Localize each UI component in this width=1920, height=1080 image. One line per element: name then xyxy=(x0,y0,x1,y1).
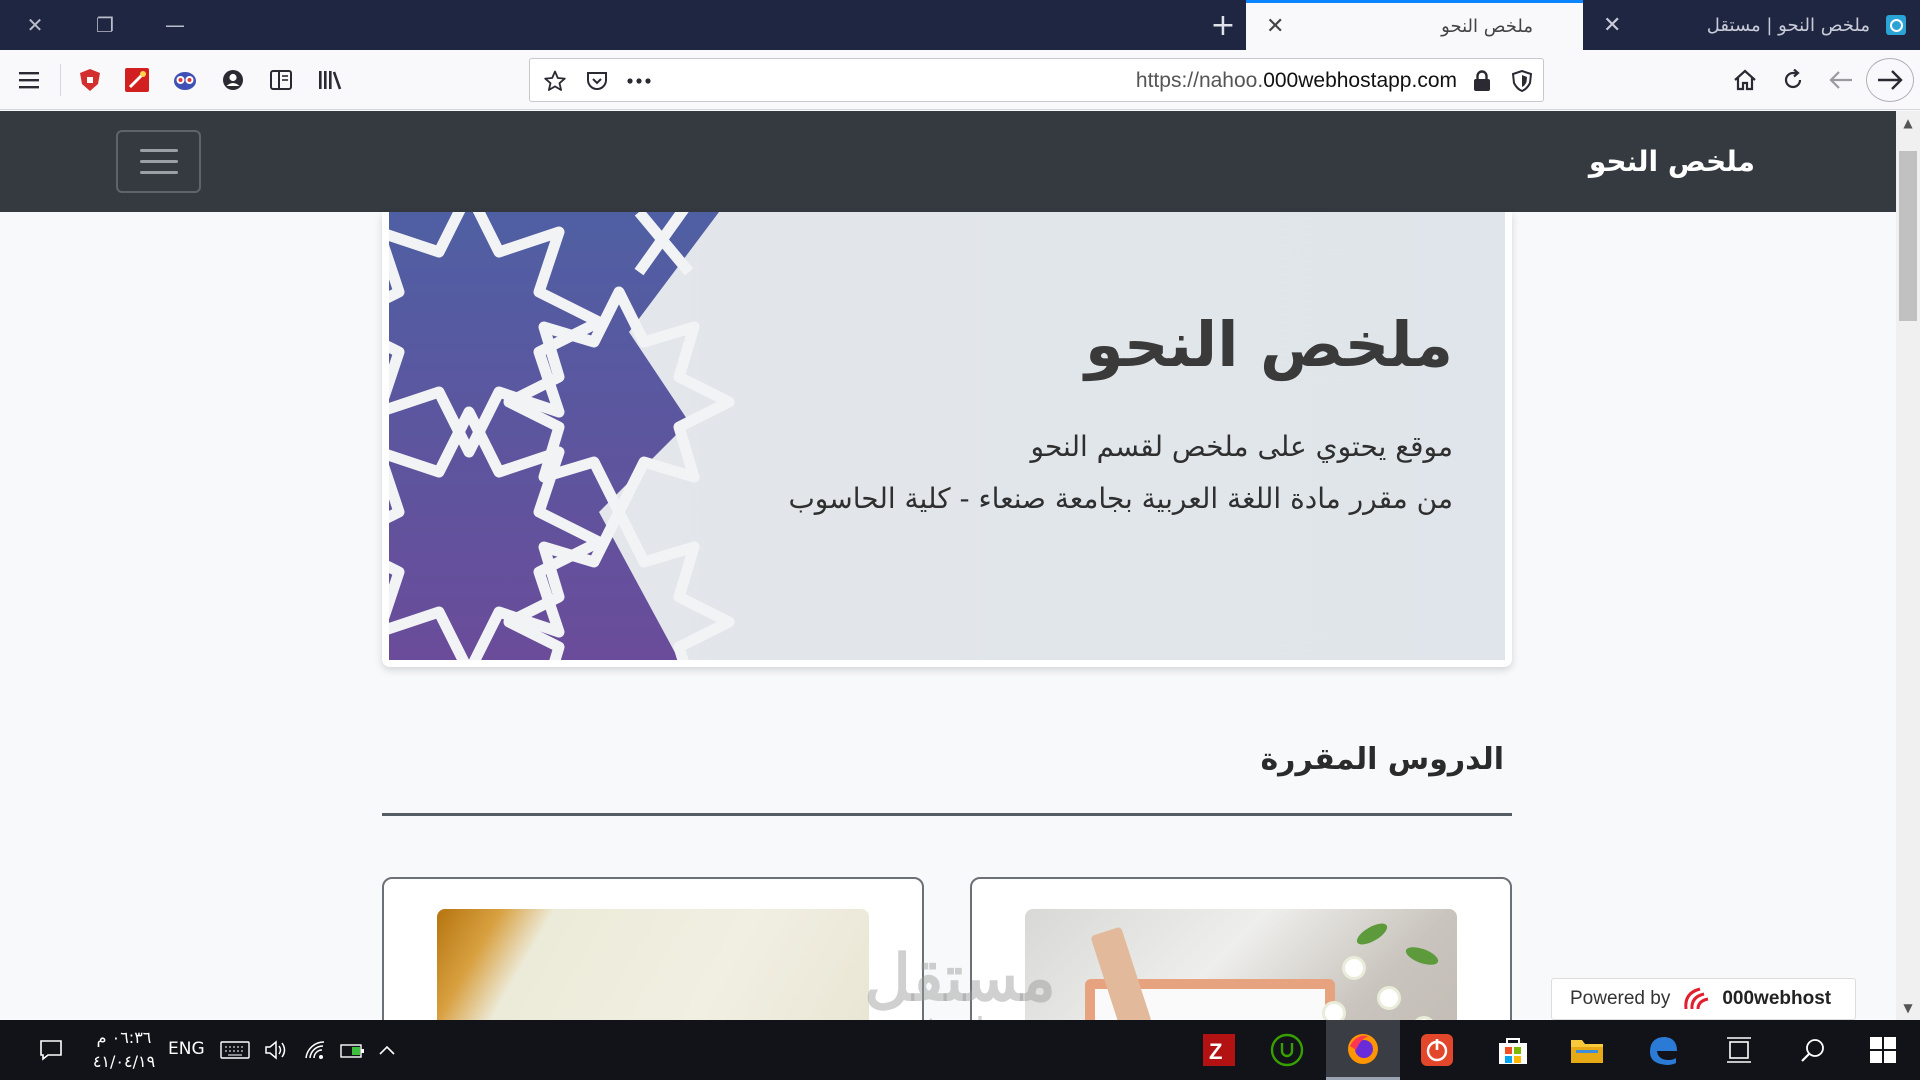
firefox-icon[interactable] xyxy=(1326,1020,1400,1080)
star-icon[interactable] xyxy=(538,64,572,98)
reader-sidebar-icon[interactable] xyxy=(263,62,299,98)
toolbar-divider xyxy=(60,64,61,96)
url-domain: 000webhostapp.com xyxy=(1263,69,1457,92)
site-navbar: ملخص النحو xyxy=(0,111,1896,212)
hamburger-line xyxy=(139,160,178,163)
forward-icon[interactable] xyxy=(1866,58,1914,102)
tab-inactive[interactable]: ✕ ملخص النحو | مستقل xyxy=(1583,0,1920,50)
new-tab-button[interactable]: + xyxy=(1200,0,1246,50)
volume-icon[interactable] xyxy=(258,1020,294,1080)
windows-taskbar: ٠٦:٣٦ م ٤١/٠٤/١٩ ENG Z xyxy=(0,1020,1920,1080)
wifi-icon[interactable] xyxy=(298,1020,334,1080)
scroll-up-icon[interactable]: ▲ xyxy=(1896,111,1920,135)
store-icon[interactable] xyxy=(1476,1020,1550,1080)
mostaql-favicon-icon xyxy=(1886,15,1906,35)
leaf-icon xyxy=(1403,943,1441,969)
account-icon[interactable] xyxy=(215,62,251,98)
hero-card: ملخص النحو موقع يحتوي على ملخص لقسم النح… xyxy=(382,212,1512,667)
tab-title: ملخص النحو xyxy=(1441,16,1533,37)
browser-toolbar: https://nahoo.000webhostapp.com xyxy=(0,50,1920,110)
upwork-icon[interactable] xyxy=(1250,1020,1324,1080)
window-restore-icon[interactable]: ❐ xyxy=(70,0,140,50)
keyboard-icon[interactable] xyxy=(216,1020,254,1080)
powered-by-brand: 000webhost xyxy=(1722,988,1832,1009)
leaf-icon xyxy=(1353,919,1391,949)
clock-date: ٤١/٠٤/١٩ xyxy=(92,1052,156,1071)
battery-icon[interactable] xyxy=(336,1020,370,1080)
search-icon[interactable] xyxy=(1776,1020,1850,1080)
tab-active[interactable]: ✕ ملخص النحو xyxy=(1246,0,1583,50)
edge-icon[interactable] xyxy=(1626,1020,1700,1080)
tab-close-icon[interactable]: ✕ xyxy=(1266,14,1284,39)
taskbar-clock[interactable]: ٠٦:٣٦ م ٤١/٠٤/١٩ xyxy=(84,1026,164,1074)
filezilla-icon[interactable]: Z xyxy=(1182,1020,1256,1080)
tray-expand-icon[interactable] xyxy=(372,1020,402,1080)
svg-text:Z: Z xyxy=(1209,1039,1222,1064)
hamburger-line xyxy=(139,149,178,152)
more-icon[interactable] xyxy=(622,64,656,98)
hamburger-line xyxy=(139,171,178,174)
navbar-toggler-button[interactable] xyxy=(116,130,201,193)
red-extension-icon[interactable] xyxy=(119,62,155,98)
window-close-icon[interactable]: ✕ xyxy=(0,0,70,50)
task-view-icon[interactable] xyxy=(1702,1020,1776,1080)
flower-icon xyxy=(1380,989,1398,1007)
home-icon[interactable] xyxy=(1727,62,1763,98)
scroll-down-icon[interactable]: ▼ xyxy=(1896,996,1920,1020)
section-divider xyxy=(382,813,1512,816)
tab-title: ملخص النحو | مستقل xyxy=(1706,14,1870,36)
windows-start-icon[interactable] xyxy=(1846,1020,1920,1080)
islamic-pattern-icon xyxy=(389,212,735,660)
menu-icon[interactable] xyxy=(11,62,47,98)
000webhost-logo-icon xyxy=(1682,985,1716,1013)
hero-title: ملخص النحو xyxy=(1085,308,1453,381)
url-bar[interactable]: https://nahoo.000webhostapp.com xyxy=(529,58,1544,102)
browser-titlebar: ✕ ❐ — + ✕ ملخص النحو ✕ ملخص النحو | مستق… xyxy=(0,0,1920,50)
url-prefix: https://nahoo. xyxy=(1135,69,1264,92)
back-icon[interactable] xyxy=(1823,62,1859,98)
file-explorer-icon[interactable] xyxy=(1550,1020,1624,1080)
library-icon[interactable] xyxy=(312,62,348,98)
powered-by-label: Powered by xyxy=(1570,988,1671,1009)
shield-icon[interactable] xyxy=(1505,64,1539,98)
owl-extension-icon[interactable] xyxy=(167,62,203,98)
language-indicator[interactable]: ENG xyxy=(168,1039,205,1059)
ublock-icon[interactable] xyxy=(72,62,108,98)
pocket-icon[interactable] xyxy=(580,64,614,98)
page-scrollbar[interactable]: ▲ ▼ xyxy=(1896,111,1920,1020)
window-minimize-icon[interactable]: — xyxy=(140,0,210,50)
lock-icon[interactable] xyxy=(1465,64,1499,98)
notifications-icon[interactable] xyxy=(28,1020,74,1080)
power-app-icon[interactable] xyxy=(1400,1020,1474,1080)
reload-icon[interactable] xyxy=(1775,62,1811,98)
url-text[interactable]: https://nahoo.000webhostapp.com xyxy=(1136,69,1457,93)
powered-by-badge[interactable]: Powered by 000webhost xyxy=(1551,978,1856,1020)
tab-close-icon[interactable]: ✕ xyxy=(1603,13,1621,38)
flower-icon xyxy=(1345,959,1363,977)
hero-subtitle-line2: من مقرر مادة اللغة العربية بجامعة صنعاء … xyxy=(788,482,1453,515)
site-brand[interactable]: ملخص النحو xyxy=(1589,145,1755,178)
scroll-thumb[interactable] xyxy=(1899,151,1917,321)
hero-banner: ملخص النحو موقع يحتوي على ملخص لقسم النح… xyxy=(389,212,1505,660)
hero-subtitle-line1: موقع يحتوي على ملخص لقسم النحو xyxy=(1030,430,1453,463)
clock-time: ٠٦:٣٦ م xyxy=(96,1028,152,1047)
section-title: الدروس المقررة xyxy=(1260,742,1504,777)
